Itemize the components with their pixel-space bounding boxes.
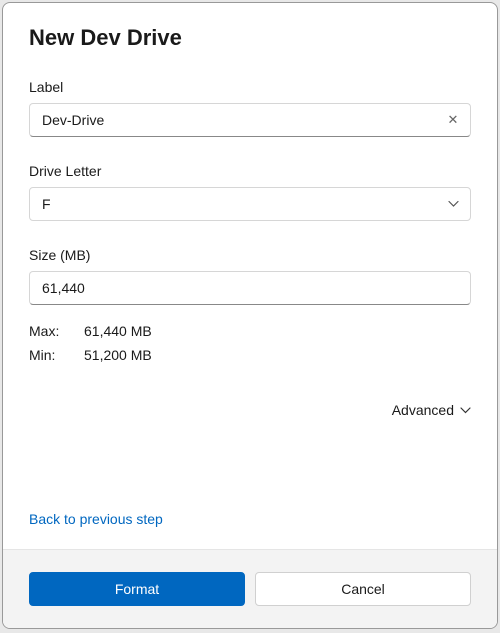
advanced-label: Advanced — [392, 402, 454, 418]
dialog-title: New Dev Drive — [29, 25, 471, 51]
drive-letter-select[interactable]: F — [29, 187, 471, 221]
close-icon: ✕ — [448, 112, 459, 128]
advanced-toggle[interactable]: Advanced — [29, 401, 471, 419]
size-input-wrap — [29, 271, 471, 305]
dialog-footer: Format Cancel — [3, 549, 497, 628]
max-row: Max: 61,440 MB — [29, 323, 471, 339]
size-field-label: Size (MB) — [29, 247, 471, 263]
max-value: 61,440 MB — [84, 323, 152, 339]
drive-letter-select-wrap: F — [29, 187, 471, 221]
size-input[interactable] — [29, 271, 471, 305]
min-label: Min: — [29, 347, 84, 363]
min-value: 51,200 MB — [84, 347, 152, 363]
max-label: Max: — [29, 323, 84, 339]
new-dev-drive-dialog: New Dev Drive Label ✕ Drive Letter F Siz… — [2, 2, 498, 629]
cancel-button[interactable]: Cancel — [255, 572, 471, 606]
label-input[interactable] — [29, 103, 471, 137]
drive-letter-field-label: Drive Letter — [29, 163, 471, 179]
format-button[interactable]: Format — [29, 572, 245, 606]
label-input-wrap: ✕ — [29, 103, 471, 137]
dialog-content: New Dev Drive Label ✕ Drive Letter F Siz… — [3, 3, 497, 549]
chevron-down-icon — [460, 401, 471, 419]
back-to-previous-link[interactable]: Back to previous step — [29, 511, 471, 527]
min-row: Min: 51,200 MB — [29, 347, 471, 363]
clear-label-button[interactable]: ✕ — [443, 110, 463, 130]
label-field-label: Label — [29, 79, 471, 95]
